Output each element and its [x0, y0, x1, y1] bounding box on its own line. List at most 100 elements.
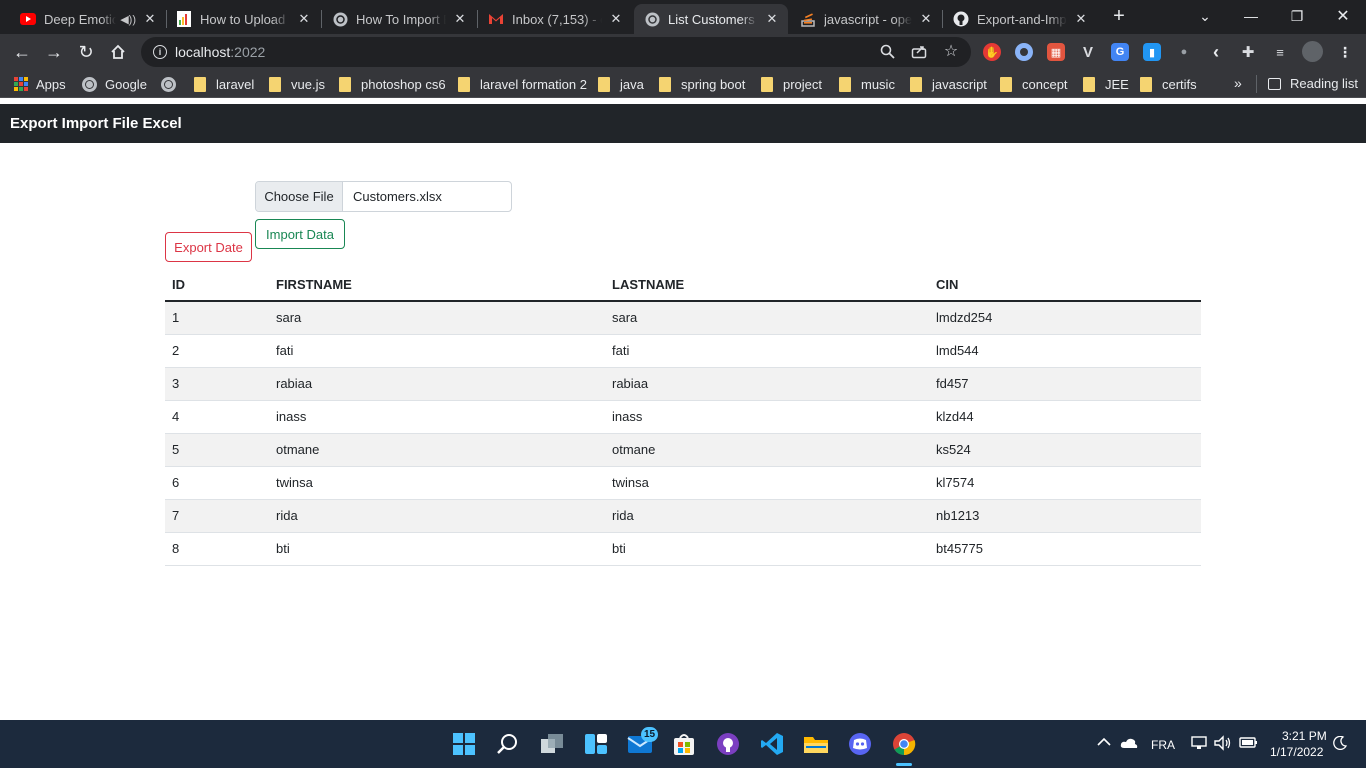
window-close-icon[interactable]: ✕: [1320, 0, 1366, 32]
bookmark-folder-photoshop[interactable]: photoshop cs6: [339, 76, 446, 92]
back-icon[interactable]: ←: [9, 39, 35, 65]
cell-firstname: twinsa: [269, 466, 605, 500]
clock-date[interactable]: 1/17/2022: [1270, 745, 1323, 759]
onedrive-icon[interactable]: [1120, 737, 1138, 752]
discord-icon[interactable]: [846, 730, 874, 758]
bookmark-google[interactable]: Google: [82, 76, 147, 92]
reading-list-button[interactable]: Reading list: [1268, 76, 1358, 91]
column-header-firstname: FIRSTNAME: [269, 269, 605, 302]
forward-icon[interactable]: →: [41, 39, 67, 65]
close-icon[interactable]: ✕: [1073, 11, 1089, 27]
close-icon[interactable]: ✕: [452, 11, 468, 27]
bookmark-apps[interactable]: Apps: [14, 76, 66, 92]
widgets-icon[interactable]: [582, 730, 610, 758]
github-desktop-icon[interactable]: [714, 730, 742, 758]
tab-import-excel[interactable]: How To Import Excel ✕: [322, 4, 476, 34]
windows-start-icon[interactable]: [450, 730, 478, 758]
minimize-icon[interactable]: —: [1228, 0, 1274, 32]
home-icon[interactable]: [105, 39, 131, 65]
search-icon[interactable]: [494, 730, 522, 758]
notification-moon-icon[interactable]: [1333, 735, 1348, 753]
zoom-icon[interactable]: [878, 42, 896, 60]
chrome-icon[interactable]: [890, 730, 918, 758]
tab-upload-excel[interactable]: How to Upload Excel ✕: [166, 4, 320, 34]
folder-icon: [598, 76, 610, 92]
bookmark-folder-certifs[interactable]: certifs: [1140, 76, 1197, 92]
media-controls-icon[interactable]: ≡: [1271, 43, 1289, 61]
navbar-brand[interactable]: Export Import File Excel: [10, 115, 182, 132]
battery-icon[interactable]: [1239, 736, 1259, 753]
network-icon[interactable]: [1191, 736, 1207, 753]
site-info-icon[interactable]: i: [153, 45, 167, 59]
bookmark-folder-project[interactable]: project: [761, 76, 822, 92]
table-row: 6 twinsa twinsa kl7574: [165, 466, 1201, 500]
column-header-lastname: LASTNAME: [605, 269, 929, 302]
bookmark-folder-jee[interactable]: JEE: [1083, 76, 1129, 92]
extension-circle-icon[interactable]: [1015, 43, 1033, 61]
close-icon[interactable]: ✕: [918, 11, 934, 27]
file-input[interactable]: Choose File Customers.xlsx: [255, 181, 512, 212]
language-indicator[interactable]: FRA: [1151, 738, 1175, 752]
tab-title: Inbox (7,153) - ot: [512, 11, 602, 27]
bookmark-star-icon[interactable]: ☆: [942, 42, 960, 60]
file-explorer-icon[interactable]: [802, 730, 830, 758]
bookmark-folder-music[interactable]: music: [839, 76, 895, 92]
cell-lastname: rabiaa: [605, 367, 929, 401]
cell-cin: klzd44: [929, 400, 1201, 434]
clock-time[interactable]: 3:21 PM: [1282, 729, 1327, 743]
extension-red-icon[interactable]: ▦: [1047, 43, 1065, 61]
speaker-icon[interactable]: ◀)): [120, 13, 136, 26]
import-data-button[interactable]: Import Data: [255, 219, 345, 249]
choose-file-button[interactable]: Choose File: [256, 182, 343, 211]
tab-stackoverflow[interactable]: javascript - open ✕: [790, 4, 942, 34]
restore-icon[interactable]: ❐: [1274, 0, 1320, 32]
close-icon[interactable]: ✕: [296, 11, 312, 27]
close-icon[interactable]: ✕: [142, 11, 158, 27]
tab-search-chevron-icon[interactable]: ⌄: [1182, 0, 1228, 32]
tab-github[interactable]: Export-and-Import ✕: [943, 4, 1097, 34]
task-view-icon[interactable]: [538, 730, 566, 758]
bookmark-folder-concept[interactable]: concept: [1000, 76, 1068, 92]
cell-id: 5: [165, 433, 269, 467]
cell-lastname: sara: [605, 301, 929, 335]
new-tab-button[interactable]: +: [1106, 5, 1132, 29]
more-bookmarks-button[interactable]: »: [1234, 75, 1242, 91]
bookmark-folder-javascript[interactable]: javascript: [910, 76, 987, 92]
menu-kebab-icon[interactable]: ⋮: [1336, 43, 1354, 61]
tab-youtube[interactable]: Deep Emotions ◀)) ✕: [10, 4, 166, 34]
close-icon[interactable]: ✕: [608, 11, 624, 27]
mail-notification-badge: 15: [641, 727, 659, 742]
store-icon[interactable]: [670, 730, 698, 758]
google-translate-icon[interactable]: G: [1111, 43, 1129, 61]
vue-devtools-icon[interactable]: V: [1079, 43, 1097, 61]
volume-icon[interactable]: [1214, 735, 1232, 754]
cell-cin: bt45775: [929, 532, 1201, 566]
cell-cin: lmd544: [929, 334, 1201, 368]
cell-cin: lmdzd254: [929, 301, 1201, 335]
bookmark-folder-laravel-formation[interactable]: laravel formation 2: [458, 76, 587, 92]
close-icon[interactable]: ✕: [764, 11, 780, 27]
reload-icon[interactable]: ↻: [73, 39, 99, 65]
tab-gmail[interactable]: Inbox (7,153) - ot ✕: [478, 4, 632, 34]
bookmark-folder-vue[interactable]: vue.js: [269, 76, 325, 92]
bookmark-folder-spring-boot[interactable]: spring boot: [659, 76, 745, 92]
extension-grey-icon[interactable]: ●: [1175, 43, 1193, 61]
export-data-button[interactable]: Export Date: [165, 232, 252, 262]
gmail-icon: [488, 11, 504, 27]
extension-blue-icon[interactable]: ▮: [1143, 43, 1161, 61]
profile-avatar[interactable]: [1302, 41, 1323, 62]
vscode-icon[interactable]: [758, 730, 786, 758]
bookmark-folder-java[interactable]: java: [598, 76, 644, 92]
chevron-up-icon[interactable]: [1097, 735, 1111, 750]
table-row: 7 rida rida nb1213: [165, 499, 1201, 533]
share-icon[interactable]: [910, 42, 928, 60]
tab-list-customers[interactable]: List Customers ✕: [634, 4, 788, 34]
cell-id: 8: [165, 532, 269, 566]
bookmark-folder-laravel[interactable]: laravel: [194, 76, 254, 92]
address-bar[interactable]: i localhost:2022: [141, 37, 971, 67]
extension-chevron-icon[interactable]: ‹: [1207, 42, 1225, 62]
extensions-puzzle-icon[interactable]: ✚: [1239, 43, 1257, 61]
bookmark-unnamed[interactable]: [161, 76, 184, 92]
adblock-icon[interactable]: ✋: [983, 43, 1001, 61]
cell-firstname: rabiaa: [269, 367, 605, 401]
